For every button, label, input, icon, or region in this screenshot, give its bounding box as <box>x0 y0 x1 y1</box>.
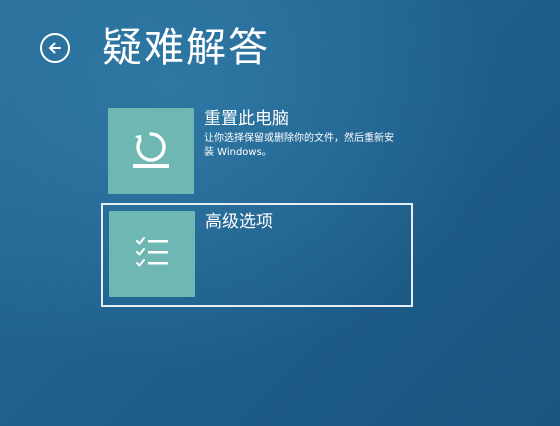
option-title: 高级选项 <box>205 212 273 232</box>
checklist-icon <box>132 232 172 276</box>
option-title: 重置此电脑 <box>204 109 289 129</box>
option-description: 让你选择保留或删除你的文件，然后重新安装 Windows。 <box>204 133 394 158</box>
reset-pc-icon <box>128 126 174 176</box>
back-button[interactable] <box>40 33 70 63</box>
option-tile <box>108 108 194 194</box>
page-title: 疑难解答 <box>102 25 270 71</box>
option-advanced-options[interactable]: 高级选项 <box>101 203 413 307</box>
header: 疑难解答 <box>40 26 270 70</box>
option-text: 重置此电脑 让你选择保留或删除你的文件，然后重新安装 Windows。 <box>204 108 394 160</box>
option-reset-pc[interactable]: 重置此电脑 让你选择保留或删除你的文件，然后重新安装 Windows。 <box>108 108 408 194</box>
option-text: 高级选项 <box>205 211 273 233</box>
option-tile <box>109 211 195 297</box>
back-arrow-icon <box>48 41 62 55</box>
